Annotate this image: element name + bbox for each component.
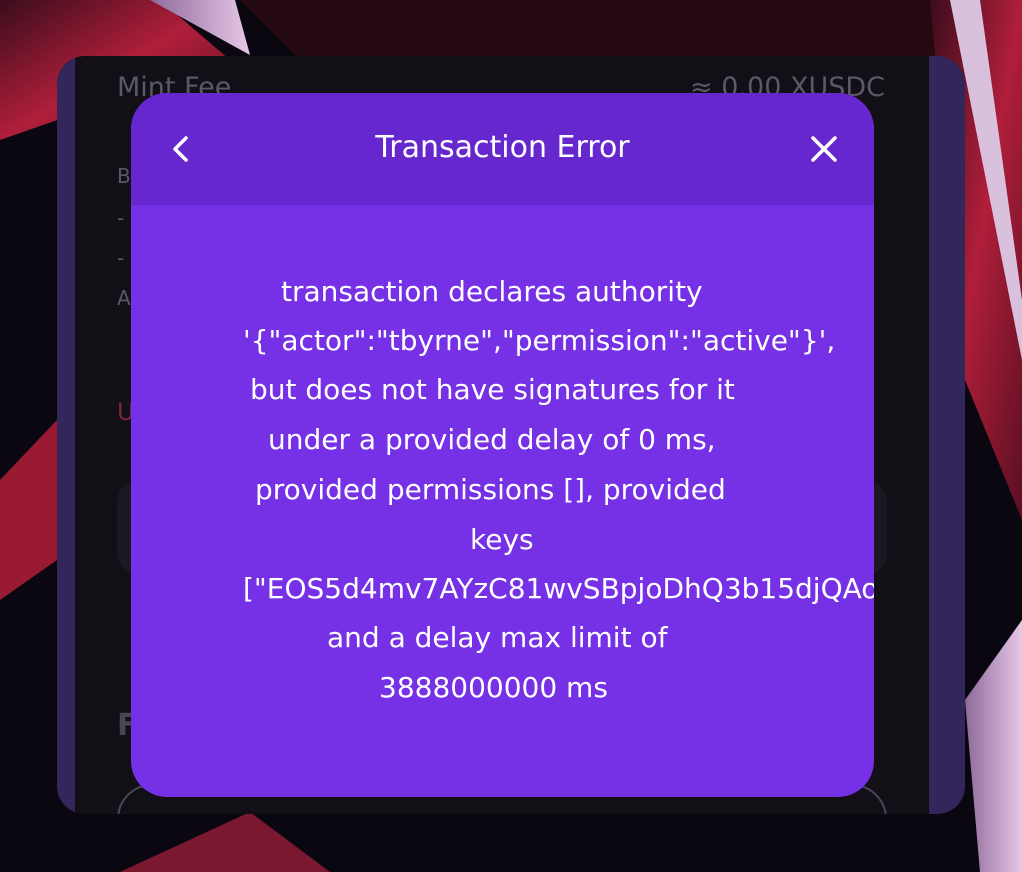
error-line: keys: [470, 523, 534, 556]
partial-text: A: [117, 286, 131, 310]
dialog-title: Transaction Error: [375, 130, 630, 165]
close-button[interactable]: [806, 131, 842, 167]
error-line: provided permissions [], provided: [255, 473, 726, 506]
transaction-error-dialog: Transaction Error transaction declares a…: [131, 93, 874, 797]
error-line: ["EOS5d4mv7AYzC81wvSBpjoDhQ3b15djQAoG: [243, 572, 874, 605]
error-line: and a delay max limit of: [327, 621, 668, 654]
error-line: '{"actor":"tbyrne","permission":"active"…: [243, 324, 836, 357]
error-line: but does not have signatures for it: [250, 373, 735, 406]
panel-right-edge: [929, 56, 965, 814]
partial-text: B: [117, 164, 131, 188]
close-icon: [811, 136, 837, 162]
error-line: under a provided delay of 0 ms,: [268, 423, 716, 456]
dialog-header: Transaction Error: [131, 93, 874, 205]
partial-text: -: [117, 206, 125, 230]
error-message: transaction declares authority '{"actor"…: [131, 205, 874, 797]
panel-left-edge: [57, 56, 75, 814]
partial-text: -: [117, 246, 125, 270]
error-line: transaction declares authority: [281, 275, 703, 308]
error-line: 3888000000 ms: [379, 671, 608, 704]
